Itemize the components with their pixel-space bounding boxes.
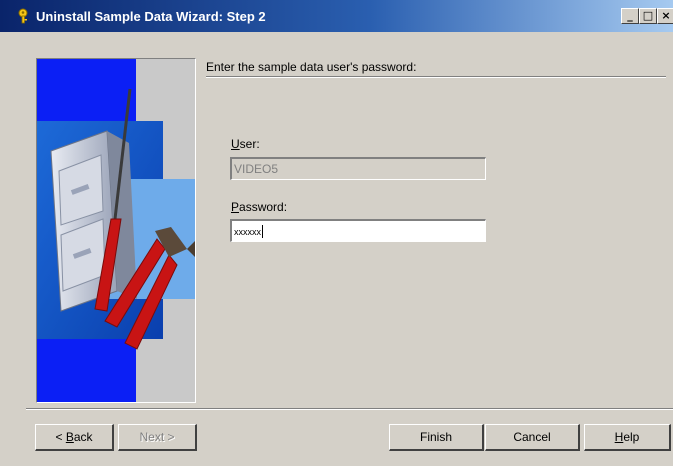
password-field[interactable]: xxxxxx xyxy=(230,219,486,242)
password-label: Password: xyxy=(231,200,288,214)
next-button[interactable]: Next > xyxy=(118,424,197,451)
user-field[interactable]: VIDEO5 xyxy=(230,157,486,180)
user-label: User: xyxy=(231,137,260,151)
finish-button[interactable]: Finish xyxy=(389,424,484,451)
wizard-key-icon[interactable] xyxy=(16,8,32,24)
file-cabinet-tools-illustration xyxy=(37,59,195,402)
button-row-divider xyxy=(26,408,673,410)
heading-divider xyxy=(206,76,666,78)
close-button[interactable]: × xyxy=(657,8,673,24)
minimize-button[interactable]: _ xyxy=(621,8,639,24)
window-title: Uninstall Sample Data Wizard: Step 2 xyxy=(36,9,266,24)
title-bar[interactable]: Uninstall Sample Data Wizard: Step 2 _ □… xyxy=(0,0,673,32)
back-button[interactable]: < Back xyxy=(35,424,114,451)
wizard-illustration-panel xyxy=(36,58,196,403)
cancel-button[interactable]: Cancel xyxy=(485,424,580,451)
text-caret xyxy=(262,225,263,239)
help-button[interactable]: Help xyxy=(584,424,671,451)
password-field-value: xxxxxx xyxy=(234,227,261,237)
maximize-button[interactable]: □ xyxy=(639,8,657,24)
step-instruction: Enter the sample data user's password: xyxy=(206,60,417,74)
user-field-value: VIDEO5 xyxy=(234,162,279,176)
